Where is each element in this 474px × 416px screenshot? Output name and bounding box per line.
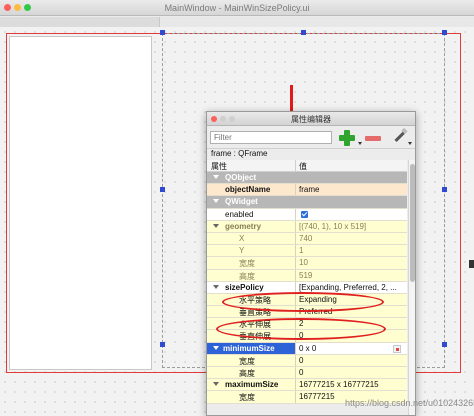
resize-handle-bottom-right[interactable] <box>442 342 447 347</box>
expand-arrow-icon[interactable] <box>213 223 219 228</box>
property-row[interactable]: 高度 0 <box>207 367 407 380</box>
column-divider[interactable] <box>295 160 296 172</box>
property-value[interactable]: 0 <box>299 356 405 365</box>
property-row[interactable]: objectName frame <box>207 184 407 197</box>
wrench-icon[interactable] <box>393 127 408 143</box>
property-name: minimumSize <box>207 342 295 354</box>
annotation-ellipse-horizontal-stretch <box>216 318 386 340</box>
column-header-property[interactable]: 属性 <box>211 161 227 172</box>
expand-arrow-icon[interactable] <box>213 382 219 387</box>
cell-divider <box>295 220 296 232</box>
menubar <box>0 17 474 27</box>
property-value[interactable]: [Expanding, Preferred, 2, ... <box>299 283 405 292</box>
window-title: MainWindow - MainWinSizePolicy.ui <box>164 3 310 13</box>
resize-handle-bottom-left[interactable] <box>160 342 165 347</box>
enabled-checkbox[interactable] <box>301 210 308 218</box>
property-name: QObject <box>225 173 257 182</box>
property-name: 宽度 <box>239 259 255 269</box>
scrollbar-thumb[interactable] <box>410 164 415 282</box>
cell-divider <box>295 354 296 366</box>
expand-arrow-icon[interactable] <box>213 284 219 289</box>
chevron-down-icon[interactable] <box>408 142 412 145</box>
property-row[interactable]: minimumSize 0 x 0 <box>207 342 407 355</box>
property-grid[interactable]: QObject objectName frame QWidget enabled geom… <box>207 172 407 404</box>
property-row[interactable]: X 740 <box>207 232 407 246</box>
cell-divider <box>295 269 296 281</box>
splitter-marker <box>469 260 474 268</box>
watermark: https://blog.csdn.net/u010243265 <box>345 398 474 408</box>
property-editor-window[interactable]: 属性编辑器 frame : QFrame 属性 值 QObject objectN… <box>206 111 416 416</box>
property-editor-title: 属性编辑器 <box>291 115 331 124</box>
resize-handle-top-right[interactable] <box>442 30 447 35</box>
property-value[interactable]: 1 <box>299 246 405 255</box>
object-class-label: frame : QFrame <box>207 148 415 160</box>
plus-icon[interactable] <box>337 128 357 148</box>
property-name: objectName <box>225 185 271 195</box>
property-value[interactable]: 0 x 0 <box>299 344 405 353</box>
cell-divider <box>295 245 296 257</box>
expand-arrow-icon[interactable] <box>213 175 219 179</box>
property-value[interactable]: 16777215 x 16777215 <box>299 380 405 389</box>
property-value[interactable]: 10 <box>299 258 405 267</box>
property-row[interactable]: 宽度 0 <box>207 354 407 367</box>
annotation-ellipse-horizontal-policy <box>222 292 384 312</box>
property-row[interactable]: 高度 519 <box>207 269 407 282</box>
resize-handle-top[interactable] <box>301 30 306 35</box>
cell-divider <box>295 208 296 220</box>
property-row[interactable]: 宽度 10 <box>207 257 407 270</box>
expand-arrow-icon[interactable] <box>213 199 219 204</box>
resize-handle-right[interactable] <box>442 187 447 192</box>
property-name: 宽度 <box>239 393 255 403</box>
property-row[interactable]: enabled <box>207 208 407 221</box>
property-row[interactable]: QWidget <box>207 196 407 209</box>
property-name: Y <box>239 246 245 256</box>
main-window-titlebar: MainWindow - MainWinSizePolicy.ui <box>0 0 474 16</box>
property-value[interactable]: frame <box>299 185 405 194</box>
cell-divider <box>295 342 296 354</box>
property-row[interactable]: maximumSize 16777215 x 16777215 <box>207 379 407 392</box>
property-value[interactable]: 740 <box>299 234 405 243</box>
expand-arrow-icon[interactable] <box>213 345 219 350</box>
cell-divider <box>295 257 296 269</box>
property-row[interactable]: geometry [(740, 1), 10 x 519] <box>207 220 407 233</box>
cell-divider <box>295 184 296 196</box>
resize-handle-top-left[interactable] <box>160 30 165 35</box>
property-row[interactable]: QObject <box>207 172 407 185</box>
property-value[interactable]: 0 <box>299 368 405 377</box>
property-name: maximumSize <box>225 380 279 390</box>
left-panel-widget[interactable] <box>9 36 152 370</box>
property-name: QWidget <box>225 197 258 207</box>
chevron-down-icon[interactable] <box>358 142 362 145</box>
property-name: sizePolicy <box>225 282 264 292</box>
cell-divider <box>295 232 296 245</box>
property-name: 高度 <box>239 271 255 281</box>
property-editor-titlebar[interactable]: 属性编辑器 <box>207 112 415 126</box>
resize-handle-left[interactable] <box>160 187 165 192</box>
column-header-value[interactable]: 值 <box>299 161 307 172</box>
menubar-strip <box>0 17 160 27</box>
property-name: 宽度 <box>239 356 255 366</box>
property-table-header: 属性 值 <box>207 160 407 172</box>
property-value[interactable]: [(740, 1), 10 x 519] <box>299 222 405 231</box>
minus-icon[interactable] <box>365 136 381 141</box>
cell-divider <box>295 379 296 391</box>
cell-divider <box>295 391 296 403</box>
property-row[interactable]: Y1 <box>207 245 407 258</box>
property-name: X <box>239 233 245 243</box>
vertical-scrollbar[interactable] <box>408 160 415 415</box>
reset-value-icon[interactable] <box>393 344 401 353</box>
property-name: geometry <box>225 221 262 231</box>
property-name: 高度 <box>239 369 255 378</box>
filter-input[interactable] <box>210 131 332 144</box>
property-name: enabled <box>225 209 254 219</box>
property-value[interactable]: 519 <box>299 271 405 280</box>
cell-divider <box>295 367 296 379</box>
